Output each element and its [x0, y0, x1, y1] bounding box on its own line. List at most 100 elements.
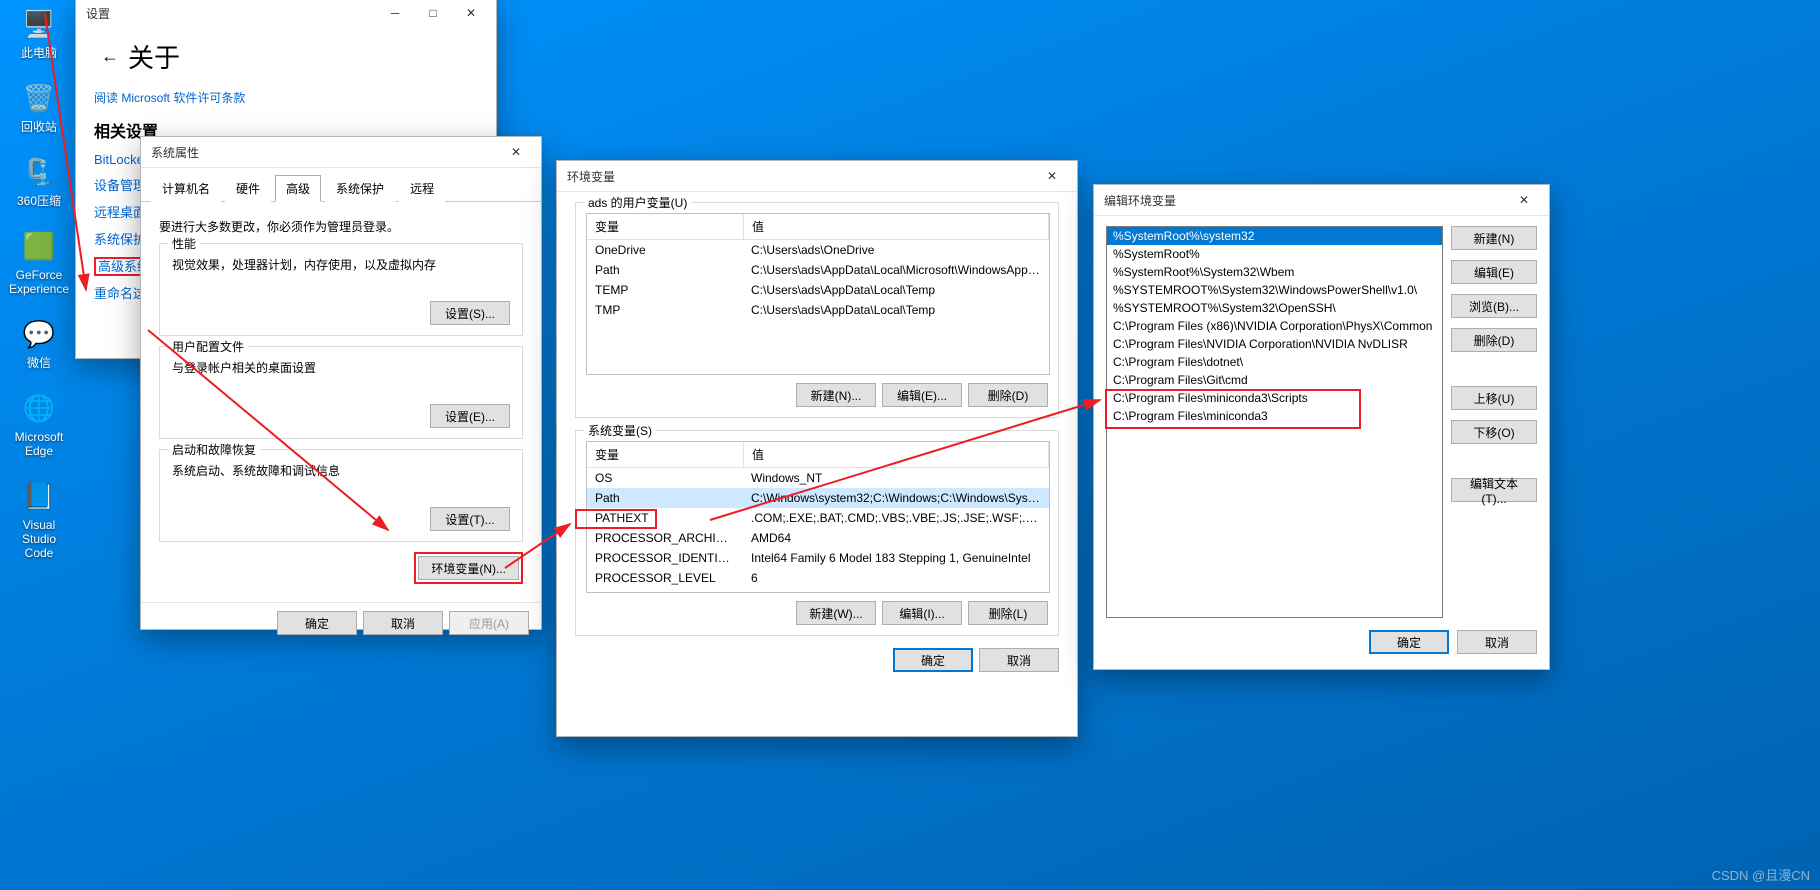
move-up-button[interactable]: 上移(U)	[1451, 386, 1537, 410]
user-delete-button[interactable]: 删除(D)	[968, 383, 1048, 407]
desktop-icon-glyph: 💬	[19, 314, 59, 354]
desktop-icon[interactable]: 🌐Microsoft Edge	[6, 388, 72, 458]
env-vars-window: 环境变量 ✕ ads 的用户变量(U) 变量值 OneDriveC:\Users…	[556, 160, 1078, 737]
path-row[interactable]: C:\Program Files\Git\cmd	[1107, 371, 1442, 389]
profile-settings-button[interactable]: 设置(E)...	[430, 404, 510, 428]
watermark: CSDN @且漫CN	[1712, 865, 1810, 884]
path-row[interactable]: %SYSTEMROOT%\System32\WindowsPowerShell\…	[1107, 281, 1442, 299]
page-title: 关于	[128, 38, 180, 75]
path-row[interactable]: %SystemRoot%\system32	[1107, 227, 1442, 245]
edit-env-var-window: 编辑环境变量 ✕ %SystemRoot%\system32%SystemRoo…	[1093, 184, 1550, 670]
path-row[interactable]: C:\Program Files (x86)\NVIDIA Corporatio…	[1107, 317, 1442, 335]
editwin-titlebar[interactable]: 编辑环境变量 ✕	[1094, 185, 1549, 216]
license-link[interactable]: 阅读 Microsoft 软件许可条款	[94, 89, 478, 106]
tab[interactable]: 硬件	[225, 175, 271, 202]
delete-button[interactable]: 删除(D)	[1451, 328, 1537, 352]
desktop-icon[interactable]: 🟩GeForce Experience	[6, 226, 72, 296]
edit-button[interactable]: 编辑(E)	[1451, 260, 1537, 284]
table-row[interactable]: TMPC:\Users\ads\AppData\Local\Temp	[587, 300, 1049, 320]
path-list[interactable]: %SystemRoot%\system32%SystemRoot%%System…	[1106, 226, 1443, 618]
env-vars-button[interactable]: 环境变量(N)...	[418, 556, 519, 580]
close-button[interactable]: ✕	[497, 139, 535, 165]
browse-button[interactable]: 浏览(B)...	[1451, 294, 1537, 318]
close-button[interactable]: ✕	[452, 0, 490, 26]
desktop-icon-label: Visual Studio Code	[6, 518, 72, 560]
tab[interactable]: 计算机名	[151, 175, 221, 202]
performance-group: 性能 视觉效果，处理器计划，内存使用，以及虚拟内存 设置(S)...	[159, 243, 523, 336]
desktop-icon[interactable]: 🗜️360压缩	[6, 152, 72, 208]
desktop-icon-label: 回收站	[21, 120, 57, 134]
desktop-icon-glyph: 🟩	[19, 226, 59, 266]
table-row[interactable]: OneDriveC:\Users\ads\OneDrive	[587, 240, 1049, 260]
path-row[interactable]: C:\Program Files\miniconda3	[1107, 407, 1442, 425]
user-vars-table[interactable]: 变量值 OneDriveC:\Users\ads\OneDrivePathC:\…	[586, 213, 1050, 375]
edit-text-button[interactable]: 编辑文本(T)...	[1451, 478, 1537, 502]
desktop-icon[interactable]: 🗑️ 回收站	[6, 78, 72, 134]
cancel-button[interactable]: 取消	[1457, 630, 1537, 654]
user-vars-group: ads 的用户变量(U) 变量值 OneDriveC:\Users\ads\On…	[575, 202, 1059, 418]
desktop-icon[interactable]: 🖥️ 此电脑	[6, 4, 72, 60]
startup-settings-button[interactable]: 设置(T)...	[430, 507, 510, 531]
sys-edit-button[interactable]: 编辑(I)...	[882, 601, 962, 625]
path-row[interactable]: C:\Program Files\NVIDIA Corporation\NVID…	[1107, 335, 1442, 353]
tab[interactable]: 系统保护	[325, 175, 395, 202]
tab[interactable]: 高级	[275, 175, 321, 202]
cancel-button[interactable]: 取消	[979, 648, 1059, 672]
cancel-button[interactable]: 取消	[363, 611, 443, 635]
path-row[interactable]: %SystemRoot%	[1107, 245, 1442, 263]
ok-button[interactable]: 确定	[277, 611, 357, 635]
sys-delete-button[interactable]: 删除(L)	[968, 601, 1048, 625]
path-row[interactable]: C:\Program Files\dotnet\	[1107, 353, 1442, 371]
desktop-icon-glyph: 🖥️	[19, 4, 59, 44]
desktop-icon-label: 此电脑	[21, 46, 57, 60]
startup-group: 启动和故障恢复 系统启动、系统故障和调试信息 设置(T)...	[159, 449, 523, 542]
table-row[interactable]: PROCESSOR_IDENTIFIERIntel64 Family 6 Mod…	[587, 548, 1049, 568]
desktop-icon[interactable]: 💬 微信	[6, 314, 72, 370]
user-new-button[interactable]: 新建(N)...	[796, 383, 876, 407]
table-row[interactable]: PathC:\Windows\system32;C:\Windows;C:\Wi…	[587, 488, 1049, 508]
sysprop-titlebar[interactable]: 系统属性 ✕	[141, 137, 541, 168]
table-row[interactable]: PROCESSOR_LEVEL6	[587, 568, 1049, 588]
ok-button[interactable]: 确定	[893, 648, 973, 672]
user-edit-button[interactable]: 编辑(E)...	[882, 383, 962, 407]
desktop-icon-label: 360压缩	[17, 194, 61, 208]
desktop-icon[interactable]: 📘Visual Studio Code	[6, 476, 72, 560]
back-button[interactable]: ←	[94, 41, 126, 73]
table-row[interactable]: PATHEXT.COM;.EXE;.BAT;.CMD;.VBS;.VBE;.JS…	[587, 508, 1049, 528]
admin-note: 要进行大多数更改，你必须作为管理员登录。	[159, 218, 523, 235]
desktop-icon-label: 微信	[27, 356, 51, 370]
sysprop-tabs: 计算机名硬件高级系统保护远程	[141, 168, 541, 202]
desktop-icon-label: Microsoft Edge	[6, 430, 72, 458]
editwin-title: 编辑环境变量	[1104, 192, 1505, 209]
path-row[interactable]: %SystemRoot%\System32\Wbem	[1107, 263, 1442, 281]
table-row[interactable]: OSWindows_NT	[587, 468, 1049, 488]
sysprop-title: 系统属性	[151, 144, 497, 161]
close-button[interactable]: ✕	[1505, 187, 1543, 213]
minimize-button[interactable]: ─	[376, 0, 414, 26]
maximize-button[interactable]: □	[414, 0, 452, 26]
system-vars-table[interactable]: 变量值 OSWindows_NTPathC:\Windows\system32;…	[586, 441, 1050, 593]
tab[interactable]: 远程	[399, 175, 445, 202]
desktop-icon-label: GeForce Experience	[6, 268, 72, 296]
desktop-icon-glyph: 📘	[19, 476, 59, 516]
path-row[interactable]: %SYSTEMROOT%\System32\OpenSSH\	[1107, 299, 1442, 317]
move-down-button[interactable]: 下移(O)	[1451, 420, 1537, 444]
perf-settings-button[interactable]: 设置(S)...	[430, 301, 510, 325]
settings-title: 设置	[86, 5, 376, 22]
table-row[interactable]: PROCESSOR_ARCHITECT...AMD64	[587, 528, 1049, 548]
table-row[interactable]: PROCESSOR_REVISIONb701	[587, 588, 1049, 593]
new-button[interactable]: 新建(N)	[1451, 226, 1537, 250]
sys-new-button[interactable]: 新建(W)...	[796, 601, 876, 625]
table-row[interactable]: PathC:\Users\ads\AppData\Local\Microsoft…	[587, 260, 1049, 280]
table-row[interactable]: TEMPC:\Users\ads\AppData\Local\Temp	[587, 280, 1049, 300]
profile-group: 用户配置文件 与登录帐户相关的桌面设置 设置(E)...	[159, 346, 523, 439]
desktop-icon-glyph: 🗑️	[19, 78, 59, 118]
close-button[interactable]: ✕	[1033, 163, 1071, 189]
apply-button: 应用(A)	[449, 611, 529, 635]
envwin-titlebar[interactable]: 环境变量 ✕	[557, 161, 1077, 192]
envwin-title: 环境变量	[567, 168, 1033, 185]
system-properties-window: 系统属性 ✕ 计算机名硬件高级系统保护远程 要进行大多数更改，你必须作为管理员登…	[140, 136, 542, 630]
settings-titlebar[interactable]: 设置 ─ □ ✕	[76, 0, 496, 28]
path-row[interactable]: C:\Program Files\miniconda3\Scripts	[1107, 389, 1442, 407]
ok-button[interactable]: 确定	[1369, 630, 1449, 654]
